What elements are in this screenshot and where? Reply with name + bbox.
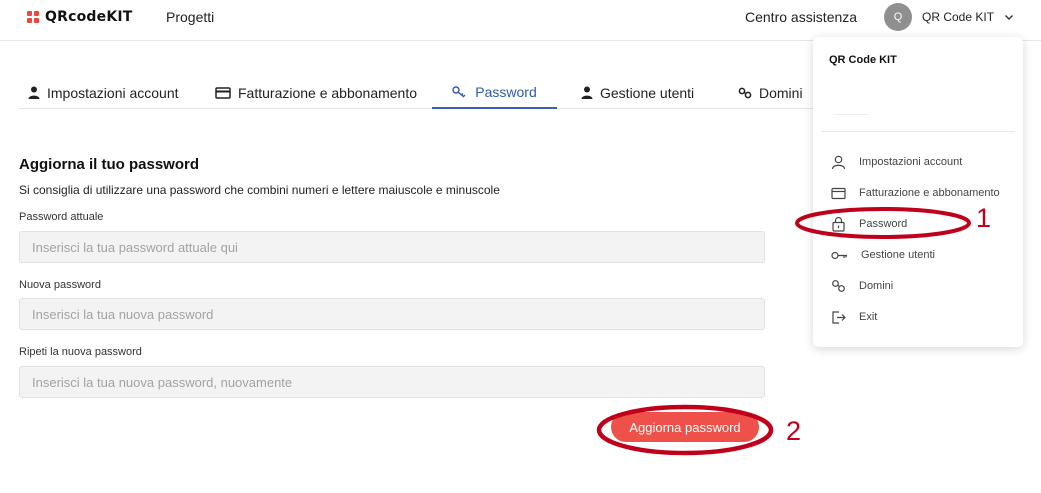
tab-account-settings[interactable]: Impostazioni account xyxy=(28,76,179,109)
dropdown-item-user-management[interactable]: Gestione utenti xyxy=(831,245,1021,265)
dropdown-item-label: Fatturazione e abbonamento xyxy=(859,187,1000,199)
tab-password[interactable]: Password xyxy=(432,76,557,109)
key-icon xyxy=(452,85,466,98)
user-menu-toggle[interactable]: Q QR Code KIT xyxy=(884,3,1014,31)
tab-label: Domini xyxy=(759,84,803,101)
new-password-label: Nuova password xyxy=(19,279,101,291)
nav-projects-link[interactable]: Progetti xyxy=(166,9,214,25)
annotation-number-1: 1 xyxy=(976,203,992,233)
dropdown-item-label: Impostazioni account xyxy=(859,156,963,168)
settings-tabs: Impostazioni account Fatturazione e abbo… xyxy=(19,76,819,109)
tab-label: Impostazioni account xyxy=(47,84,179,101)
user-icon xyxy=(581,86,593,99)
logo-text: QRcodeKIT xyxy=(45,9,133,25)
user-icon xyxy=(831,155,846,169)
logo[interactable]: QRcodeKIT xyxy=(27,8,133,26)
current-password-input[interactable] xyxy=(19,231,765,263)
user-dropdown-menu: QR Code KIT Impostazioni account Fattura… xyxy=(813,37,1023,347)
form-hint: Si consiglia di utilizzare una password … xyxy=(19,183,500,197)
tab-label: Password xyxy=(475,83,537,100)
link-icon xyxy=(832,280,845,292)
current-password-label: Password attuale xyxy=(19,211,104,223)
user-name: QR Code KIT xyxy=(922,10,995,24)
tab-billing[interactable]: Fatturazione e abbonamento xyxy=(215,76,417,109)
dropdown-item-label: Gestione utenti xyxy=(861,249,935,261)
dropdown-item-domains[interactable]: Domini xyxy=(831,276,1021,296)
dropdown-divider xyxy=(821,131,1015,132)
tab-user-management[interactable]: Gestione utenti xyxy=(581,76,694,109)
avatar: Q xyxy=(884,3,912,31)
dropdown-item-label: Password xyxy=(859,218,908,230)
logout-icon xyxy=(832,310,846,324)
dropdown-item-exit[interactable]: Exit xyxy=(831,307,1021,327)
dropdown-title: QR Code KIT xyxy=(829,54,897,66)
update-password-button[interactable]: Aggiorna password xyxy=(611,412,759,442)
lock-icon xyxy=(832,216,845,232)
top-bar: QRcodeKIT Progetti Centro assistenza Q Q… xyxy=(0,0,1041,41)
help-center-link[interactable]: Centro assistenza xyxy=(745,9,857,25)
dropdown-item-billing[interactable]: Fatturazione e abbonamento xyxy=(831,183,1021,203)
tab-label: Gestione utenti xyxy=(600,84,695,101)
dropdown-item-label: Domini xyxy=(859,280,894,292)
dropdown-divider-short xyxy=(833,114,869,115)
dropdown-item-password[interactable]: Password xyxy=(831,214,1021,234)
annotation-number-2: 2 xyxy=(786,416,802,446)
user-icon xyxy=(28,86,40,99)
logo-mark-icon xyxy=(27,11,39,23)
repeat-password-label: Ripeti la nuova password xyxy=(19,346,142,358)
credit-card-icon xyxy=(215,86,231,99)
credit-card-icon xyxy=(831,187,846,199)
new-password-input[interactable] xyxy=(19,298,765,330)
dropdown-item-label: Exit xyxy=(859,311,878,323)
key-icon xyxy=(831,251,847,259)
tab-domains[interactable]: Domini xyxy=(738,76,803,109)
link-icon xyxy=(738,87,752,98)
tab-label: Fatturazione e abbonamento xyxy=(238,84,418,101)
chevron-down-icon xyxy=(1005,15,1014,20)
repeat-password-input[interactable] xyxy=(19,366,765,398)
dropdown-item-account-settings[interactable]: Impostazioni account xyxy=(831,152,1021,172)
form-title: Aggiorna il tuo password xyxy=(19,156,200,173)
